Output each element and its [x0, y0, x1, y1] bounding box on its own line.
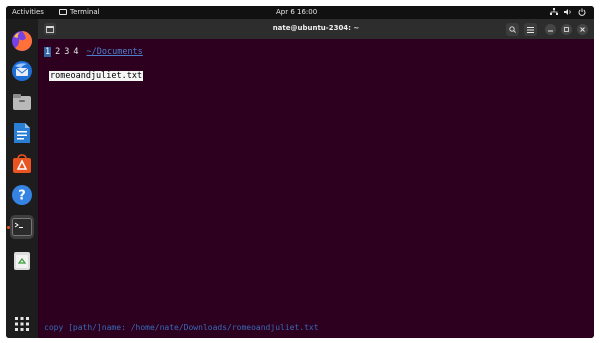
- dock: ?: [6, 19, 38, 338]
- volume-icon[interactable]: [564, 7, 572, 16]
- status-prompt: copy [path/]name: /home/nate/Downloads/r…: [44, 323, 319, 332]
- top-bar: Activities Terminal Apr 6 16:00: [6, 6, 594, 19]
- close-button[interactable]: [577, 24, 588, 35]
- power-icon[interactable]: [578, 7, 586, 16]
- tab-2[interactable]: 2: [55, 47, 60, 57]
- help-icon: ?: [12, 185, 32, 205]
- terminal-icon: [59, 9, 67, 15]
- desktop: Activities Terminal Apr 6 16:00 ? nate@u…: [6, 6, 594, 338]
- close-icon: [580, 27, 585, 32]
- search-icon: [509, 26, 516, 33]
- minimize-icon: [548, 30, 553, 32]
- show-apps-button[interactable]: [10, 312, 34, 336]
- tab-3[interactable]: 3: [64, 47, 69, 57]
- terminal-output[interactable]: 1 2 3 4 ~/Documents romeoandjuliet.txt c…: [38, 39, 594, 338]
- activities-button[interactable]: Activities: [12, 8, 44, 16]
- search-button[interactable]: [506, 23, 519, 36]
- current-path: ~/Documents: [86, 47, 143, 57]
- dock-item-thunderbird[interactable]: [10, 59, 34, 83]
- dock-item-writer[interactable]: [10, 121, 34, 145]
- terminal-titlebar[interactable]: nate@ubuntu-2304: ~: [38, 19, 594, 39]
- writer-icon: [14, 123, 30, 143]
- minimize-button[interactable]: [545, 24, 556, 35]
- maximize-icon: [564, 27, 569, 32]
- app-menu[interactable]: Terminal: [59, 8, 100, 16]
- file-list: romeoandjuliet.txt: [49, 71, 144, 81]
- tab-4[interactable]: 4: [73, 47, 78, 57]
- terminal-icon: [12, 218, 32, 236]
- dock-item-firefox[interactable]: [10, 29, 34, 53]
- svg-text:?: ?: [18, 189, 26, 204]
- software-icon: [13, 154, 31, 173]
- network-icon[interactable]: [550, 7, 558, 16]
- clock[interactable]: Apr 6 16:00: [276, 8, 317, 16]
- file-entry-selected[interactable]: romeoandjuliet.txt: [49, 71, 144, 81]
- terminal-window[interactable]: nate@ubuntu-2304: ~ 1 2 3 4 ~/Documents …: [38, 19, 594, 338]
- tab-1[interactable]: 1: [44, 47, 52, 57]
- system-tray[interactable]: [550, 7, 586, 16]
- trash-icon: [14, 252, 30, 270]
- firefox-icon: [12, 31, 32, 51]
- dock-item-help[interactable]: ?: [10, 183, 34, 207]
- files-icon: [13, 94, 31, 110]
- thunderbird-icon: [12, 61, 32, 81]
- nnn-tab-line: 1 2 3 4 ~/Documents: [44, 47, 143, 57]
- app-name: Terminal: [70, 8, 100, 16]
- dock-item-terminal[interactable]: [10, 215, 34, 239]
- menu-icon: [527, 26, 534, 33]
- menu-button[interactable]: [524, 23, 537, 36]
- dock-item-trash[interactable]: [10, 249, 34, 273]
- dock-item-files[interactable]: [10, 90, 34, 114]
- dock-item-software[interactable]: [10, 152, 34, 176]
- show-apps-icon: [15, 317, 29, 331]
- maximize-button[interactable]: [561, 24, 572, 35]
